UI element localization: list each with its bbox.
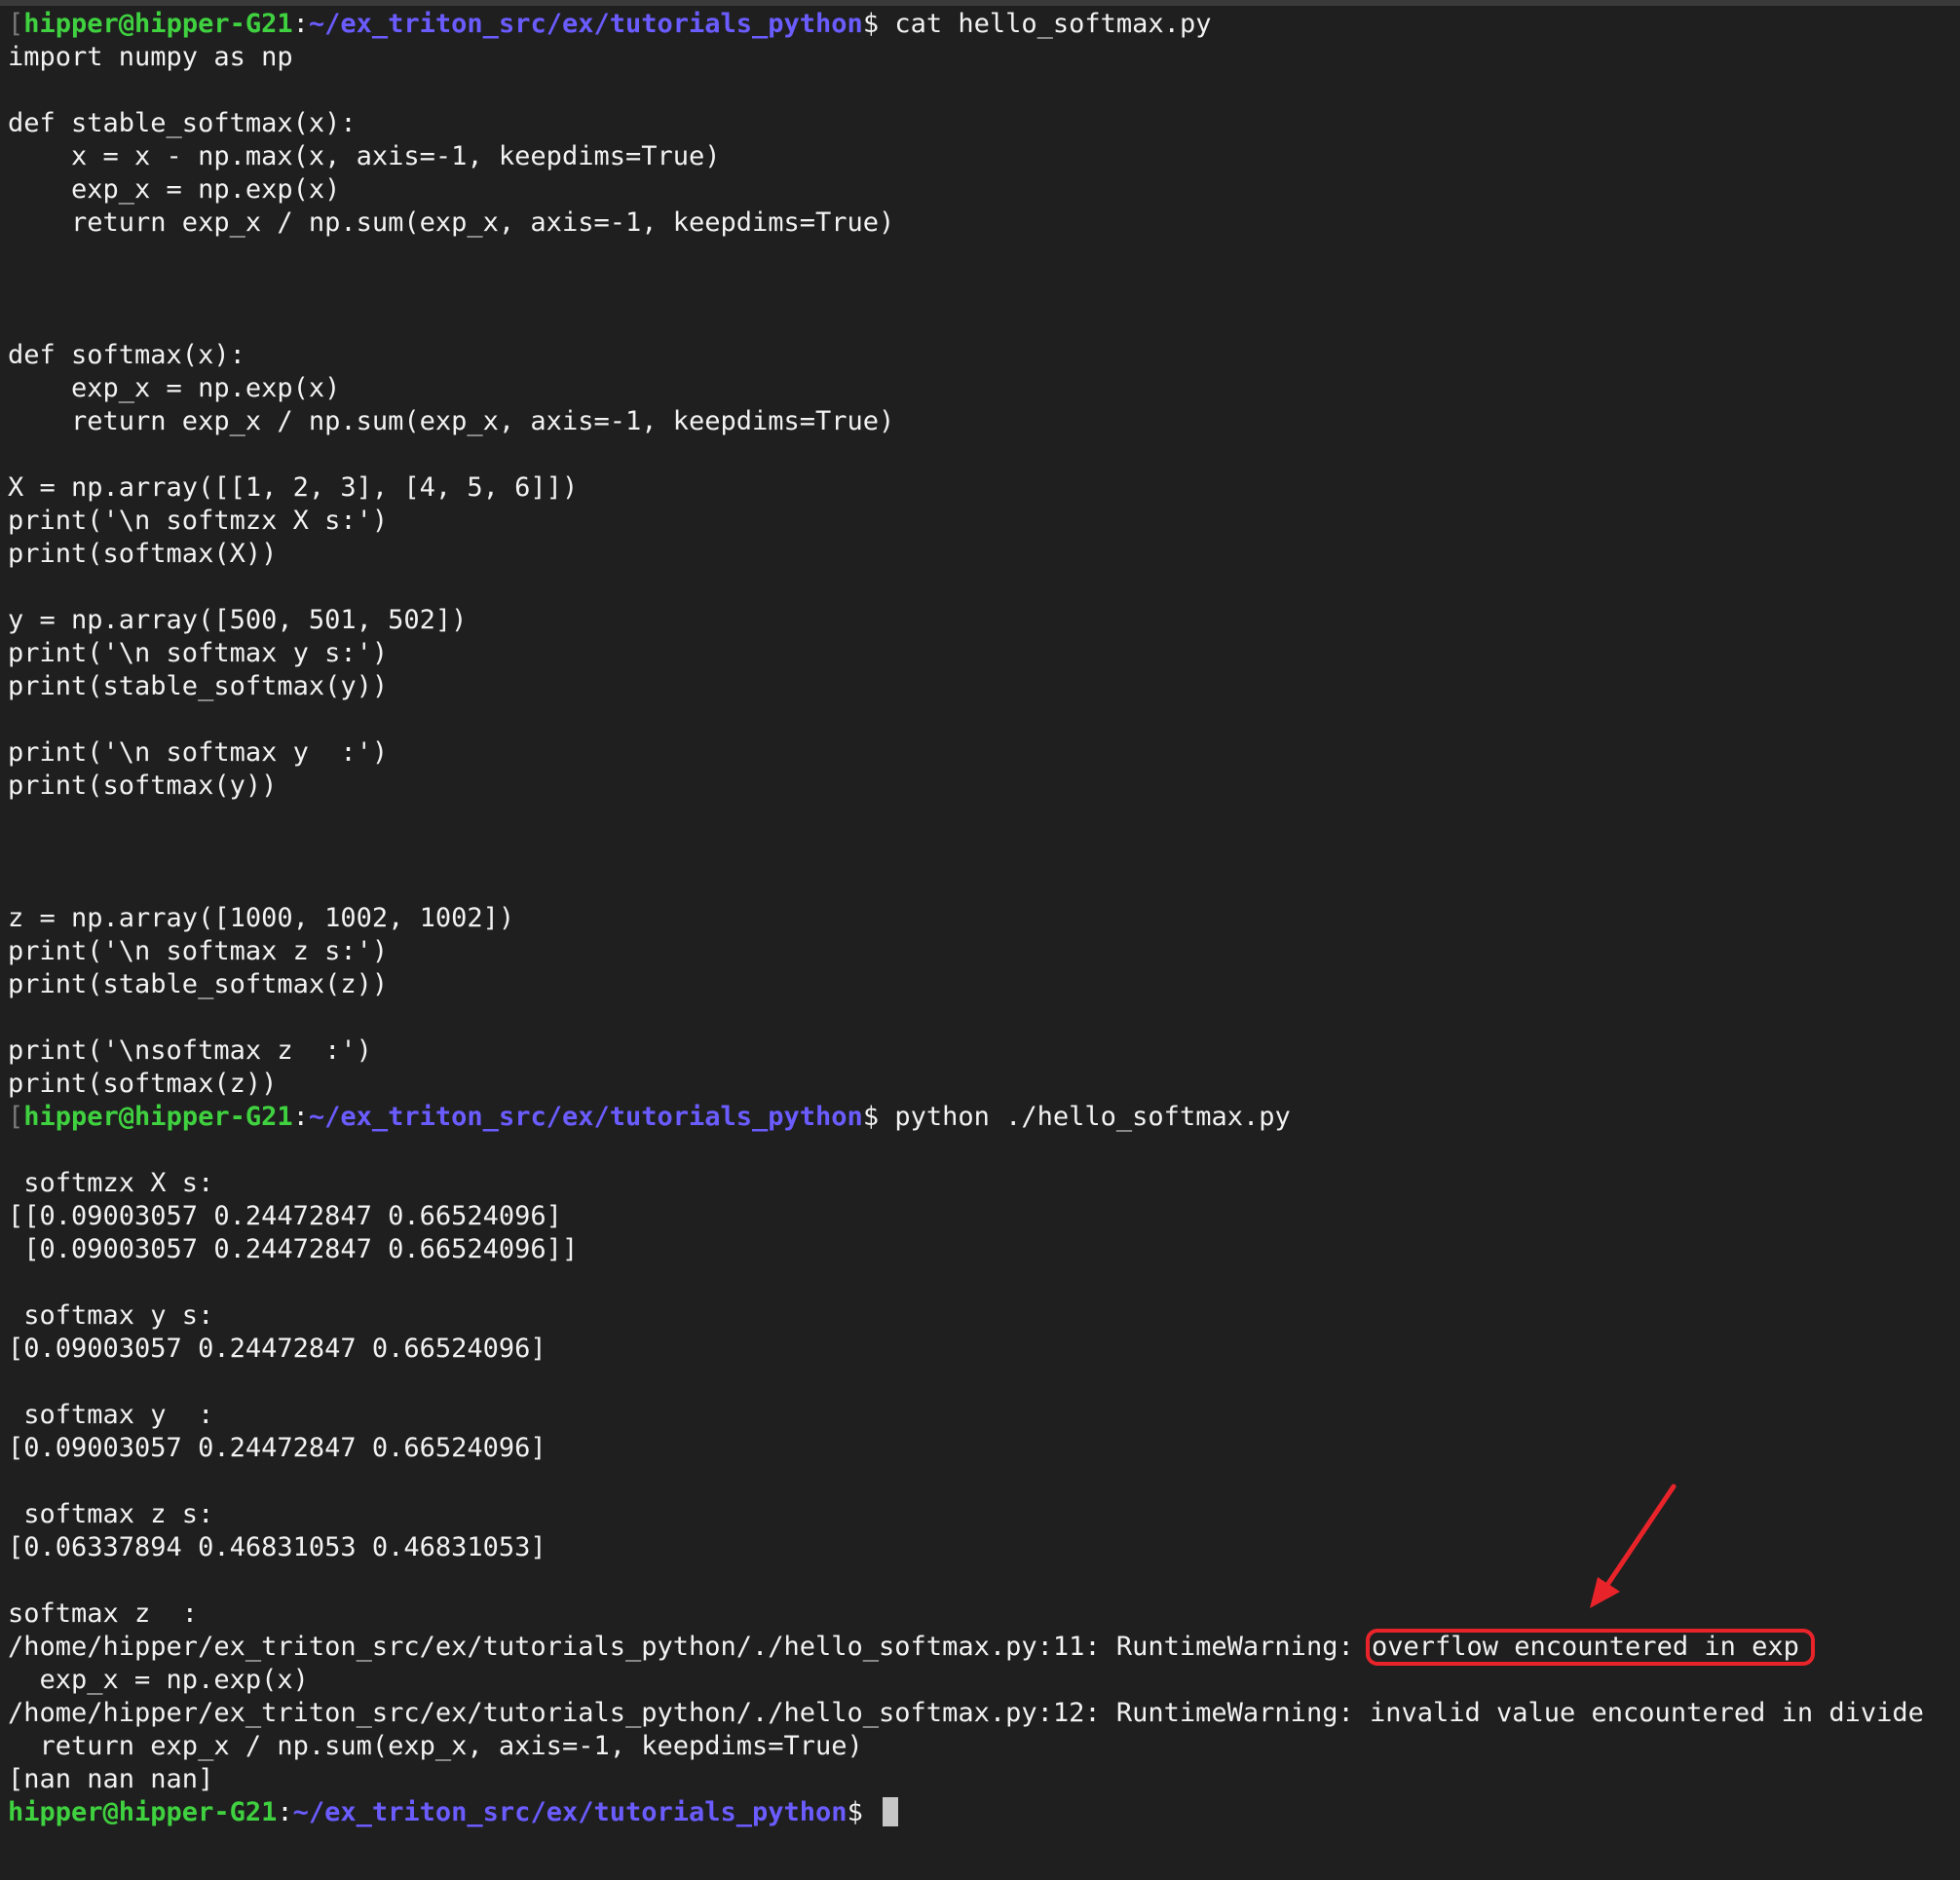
source-line	[8, 703, 1960, 736]
prompt-path: ~/ex_triton_src/ex/tutorials_python	[308, 1102, 863, 1132]
prompt-path: ~/ex_triton_src/ex/tutorials_python	[292, 1797, 848, 1827]
source-line	[8, 803, 1960, 836]
source-line: def stable_softmax(x):	[8, 108, 357, 138]
output-line: softmzx X s:	[8, 1168, 214, 1198]
source-line: print(softmax(y))	[8, 771, 278, 801]
prompt-bracket: [	[8, 1102, 24, 1132]
output-line: softmax y :	[8, 1400, 214, 1430]
source-line: X = np.array([[1, 2, 3], [4, 5, 6]])	[8, 472, 579, 503]
prompt-colon: :	[292, 9, 309, 39]
output-line: exp_x = np.exp(x)	[8, 1665, 309, 1695]
source-line	[8, 869, 1960, 902]
prompt-user: hipper@hipper-G21	[8, 1797, 278, 1827]
output-line: softmax z s:	[8, 1499, 214, 1529]
command-run: python ./hello_softmax.py	[894, 1102, 1291, 1132]
source-line	[8, 74, 1960, 107]
warning-details-block: exp_x = np.exp(x)/home/hipper/ex_triton_…	[8, 1664, 1960, 1796]
source-line: print(softmax(z))	[8, 1069, 278, 1099]
source-line: print('\n softmax y :')	[8, 737, 389, 768]
program-output-block: softmzx X s: [[0.09003057 0.24472847 0.66…	[8, 1134, 1960, 1631]
source-line: print('\n softmzx X s:')	[8, 506, 389, 536]
source-line	[8, 571, 1960, 604]
text-cursor[interactable]	[883, 1797, 899, 1826]
source-line: return exp_x / np.sum(exp_x, axis=-1, ke…	[8, 406, 895, 436]
output-line: [nan nan nan]	[8, 1764, 214, 1794]
source-line: print(stable_softmax(z))	[8, 969, 389, 999]
output-line: softmax y s:	[8, 1300, 214, 1331]
terminal-window[interactable]: [hipper@hipper-G21:~/ex_triton_src/ex/tu…	[0, 0, 1960, 1874]
source-line: print('\nsoftmax z :')	[8, 1035, 372, 1066]
prompt-colon: :	[292, 1102, 309, 1132]
source-line: print(softmax(X))	[8, 539, 278, 569]
source-line: import numpy as np	[8, 42, 293, 72]
output-line: [0.09003057 0.24472847 0.66524096]]	[8, 1234, 579, 1264]
source-line: return exp_x / np.sum(exp_x, axis=-1, ke…	[8, 207, 895, 238]
command-cat: cat hello_softmax.py	[894, 9, 1212, 39]
runtime-warning-overflow: /home/hipper/ex_triton_src/ex/tutorials_…	[8, 1629, 1960, 1666]
output-line: [0.09003057 0.24472847 0.66524096]	[8, 1433, 547, 1463]
prompt-dollar: $	[847, 1797, 880, 1827]
highlighted-warning-text: overflow encountered in exp	[1365, 1629, 1815, 1666]
output-line: [0.09003057 0.24472847 0.66524096]	[8, 1334, 547, 1364]
prompt-colon: :	[277, 1797, 293, 1827]
source-line: z = np.array([1000, 1002, 1002])	[8, 903, 515, 933]
source-line	[8, 273, 1960, 306]
source-line: print(stable_softmax(y))	[8, 671, 389, 701]
source-line: print('\n softmax y s:')	[8, 638, 389, 668]
source-line: x = x - np.max(x, axis=-1, keepdims=True…	[8, 141, 721, 171]
output-line: [0.06337894 0.46831053 0.46831053]	[8, 1532, 547, 1562]
output-line: [[0.09003057 0.24472847 0.66524096]	[8, 1201, 562, 1231]
source-line	[8, 1001, 1960, 1034]
source-line	[8, 836, 1960, 869]
prompt-line-current: hipper@hipper-G21:~/ex_triton_src/ex/tut…	[8, 1796, 1960, 1829]
prompt-line-run: [hipper@hipper-G21:~/ex_triton_src/ex/tu…	[8, 1101, 1960, 1134]
prompt-bracket: [	[8, 9, 24, 39]
prompt-line-cat: [hipper@hipper-G21:~/ex_triton_src/ex/tu…	[8, 8, 1960, 41]
source-line: y = np.array([500, 501, 502])	[8, 605, 468, 635]
source-line: def softmax(x):	[8, 340, 245, 370]
source-line: exp_x = np.exp(x)	[8, 373, 341, 403]
source-code-block: import numpy as np def stable_softmax(x):…	[8, 41, 1960, 1101]
output-line: /home/hipper/ex_triton_src/ex/tutorials_…	[8, 1698, 1924, 1728]
warning-prefix: /home/hipper/ex_triton_src/ex/tutorials_…	[8, 1632, 1370, 1662]
output-line: return exp_x / np.sum(exp_x, axis=-1, ke…	[8, 1731, 863, 1761]
prompt-dollar: $	[862, 9, 895, 39]
output-line: softmax z :	[8, 1598, 199, 1629]
prompt-user: hipper@hipper-G21	[23, 1102, 293, 1132]
prompt-user: hipper@hipper-G21	[23, 9, 293, 39]
prompt-path: ~/ex_triton_src/ex/tutorials_python	[308, 9, 863, 39]
source-line	[8, 306, 1960, 339]
prompt-dollar: $	[862, 1102, 895, 1132]
source-line: exp_x = np.exp(x)	[8, 174, 341, 205]
source-line	[8, 438, 1960, 471]
source-line: print('\n softmax z s:')	[8, 936, 389, 966]
source-line	[8, 240, 1960, 273]
